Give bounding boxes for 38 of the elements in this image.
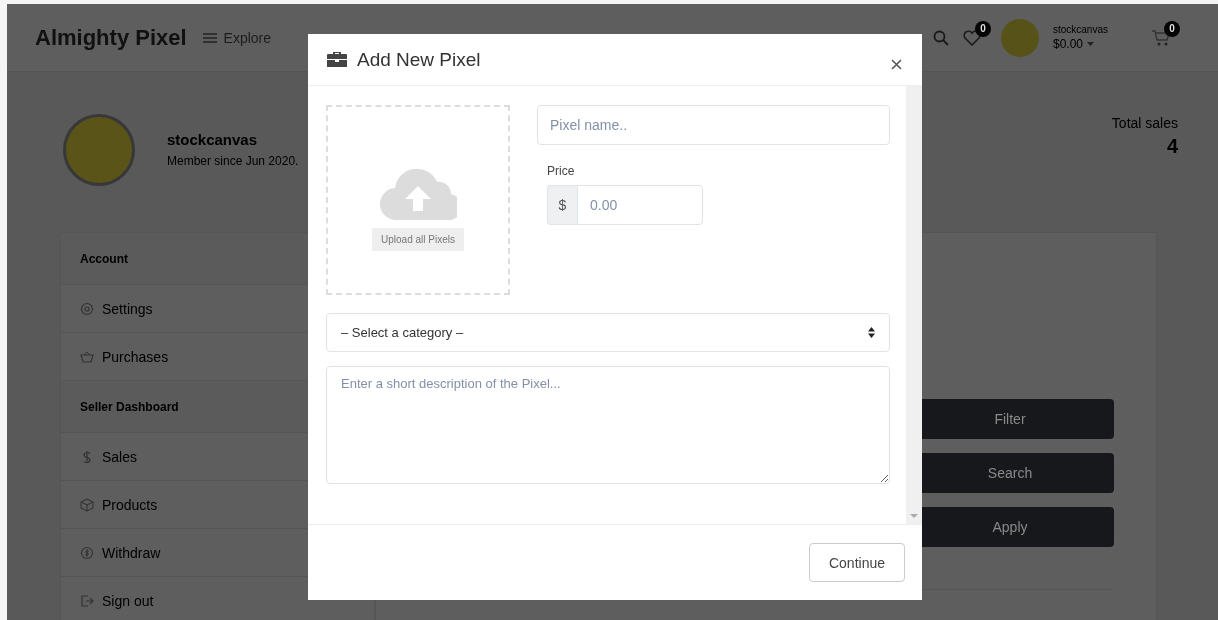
balance-dropdown[interactable]: $0.00 [1052, 37, 1108, 51]
member-since: Member since Jun 2020. [167, 154, 299, 168]
box-icon [80, 497, 94, 512]
profile-name: stockcanvas [167, 131, 259, 148]
username: stockcanvas [1052, 24, 1108, 35]
dollar-icon [80, 449, 94, 464]
caret-icon [1087, 42, 1094, 46]
description-field[interactable]: Enter a short description of the Pixel... [326, 366, 890, 484]
currency-addon: $ [547, 185, 577, 225]
dialog-title: Add New Pixel [357, 48, 481, 71]
wishlist-count: 0 [974, 20, 991, 37]
gear-icon [80, 301, 94, 316]
cart-icon [1152, 29, 1170, 46]
total-sales-label: Total sales [1111, 115, 1178, 131]
upload-button[interactable]: Upload all Pixels [372, 227, 464, 251]
coin-icon [80, 545, 94, 560]
upload-area[interactable]: Upload all Pixels [326, 105, 510, 295]
briefcase-icon [327, 51, 347, 68]
sort-arrows-icon [868, 327, 875, 338]
menu-icon [202, 32, 217, 43]
cart-count: 0 [1164, 20, 1180, 37]
basket-icon [80, 349, 94, 364]
explore-link[interactable]: Explore [202, 29, 272, 46]
heart-icon [962, 29, 981, 46]
price-field[interactable]: 0.00 [577, 185, 703, 225]
scroll-down-icon [910, 514, 918, 518]
avatar[interactable] [1000, 18, 1039, 57]
logo[interactable]: Almighty Pixel [35, 24, 187, 51]
continue-button[interactable]: Continue [808, 543, 905, 582]
category-select[interactable]: – Select a category – [326, 313, 890, 352]
scrollbar[interactable] [906, 86, 922, 524]
price-label: Price [547, 164, 576, 178]
exit-icon [80, 594, 94, 608]
total-sales-value: 4 [1166, 135, 1178, 158]
pixel-name-field[interactable]: Pixel name.. [537, 105, 890, 145]
close-icon [891, 58, 902, 70]
search-icon [932, 29, 949, 46]
sidebar-item[interactable]: Sign out [61, 577, 374, 620]
